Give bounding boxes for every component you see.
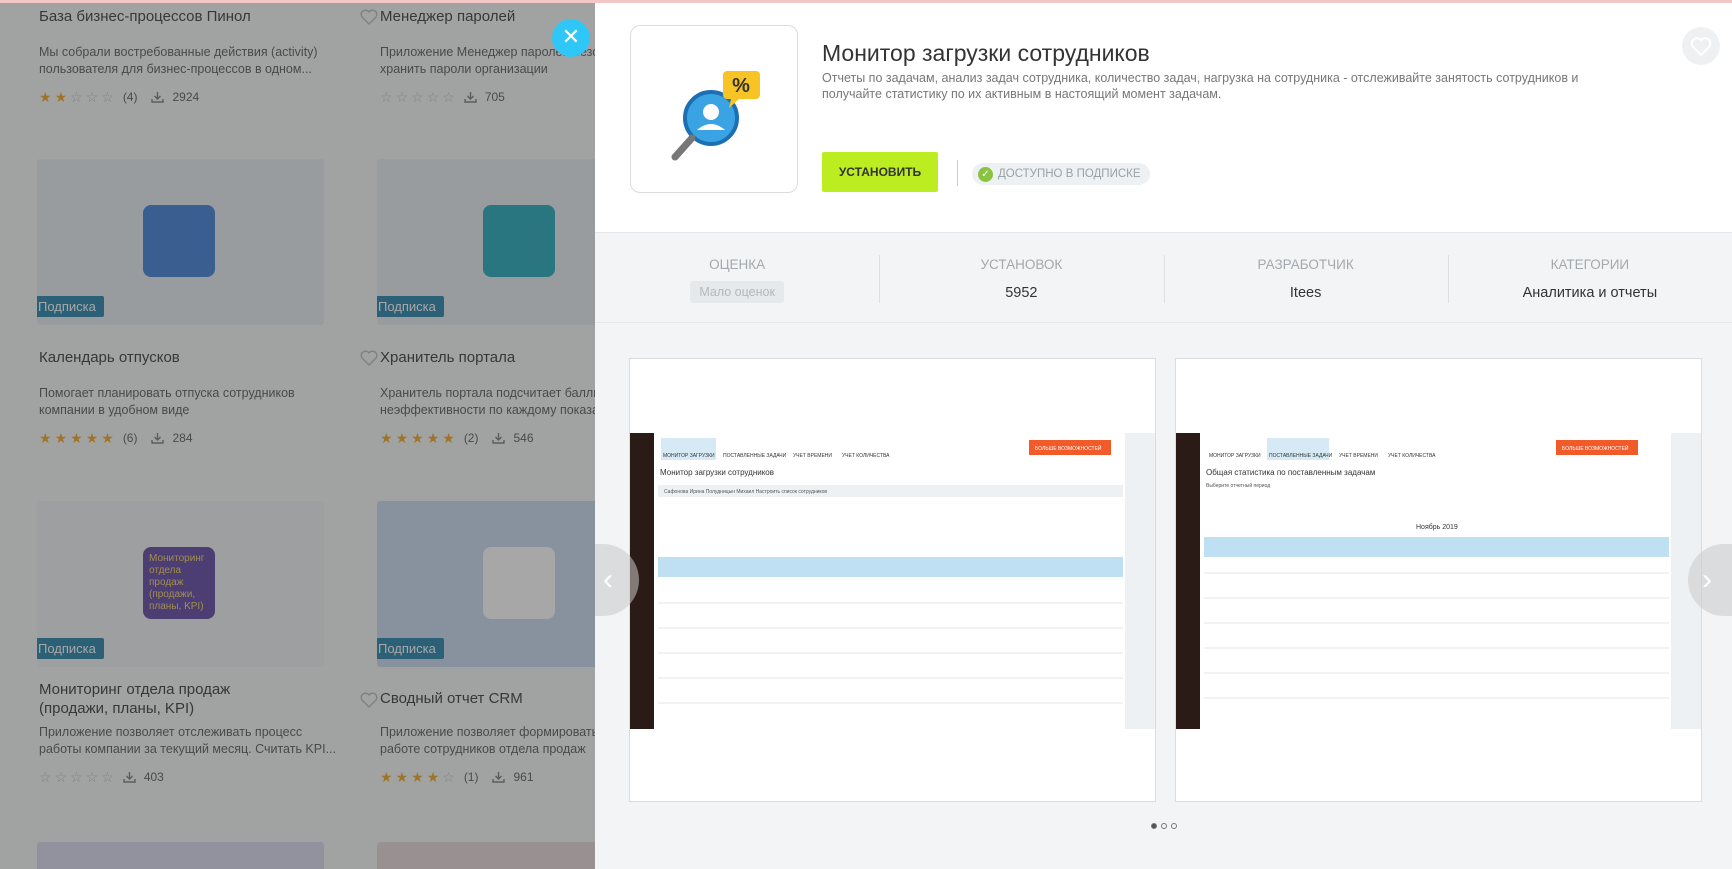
info-installs: УСТАНОВОК 5952 — [879, 233, 1163, 322]
magnifier-user-icon: % — [671, 71, 760, 161]
screenshot-1[interactable]: МОНИТОР ЗАГРУЗКИ ПОСТАВЛЕННЫЕ ЗАДАЧИ УЧЕ… — [629, 358, 1156, 802]
divider — [957, 160, 958, 186]
info-rating: ОЦЕНКА Мало оценок — [595, 233, 879, 322]
screenshot-image: МОНИТОР ЗАГРУЗКИ ПОСТАВЛЕННЫЕ ЗАДАЧИ УЧЕ… — [1176, 433, 1701, 729]
screenshot-image: МОНИТОР ЗАГРУЗКИ ПОСТАВЛЕННЫЕ ЗАДАЧИ УЧЕ… — [630, 433, 1155, 729]
info-developer: РАЗРАБОТЧИК Itees — [1163, 233, 1448, 322]
dim-overlay[interactable] — [0, 0, 600, 869]
carousel-dot[interactable] — [1151, 823, 1157, 829]
info-categories: КАТЕГОРИИ Аналитика и отчеты — [1447, 233, 1732, 322]
carousel-dot[interactable] — [1171, 823, 1177, 829]
svg-text:%: % — [732, 75, 750, 97]
shot-tab: УЧЕТ КОЛИЧЕСТВА — [842, 453, 890, 459]
shot-heading: Монитор загрузки сотрудников — [660, 468, 774, 477]
subscription-status: ✓ ДОСТУПНО В ПОДПИСКЕ — [972, 163, 1150, 185]
shot-tab: УЧЕТ КОЛИЧЕСТВА — [1388, 453, 1436, 459]
screenshot-2[interactable]: МОНИТОР ЗАГРУЗКИ ПОСТАВЛЕННЫЕ ЗАДАЧИ УЧЕ… — [1175, 358, 1702, 802]
rating-value: Мало оценок — [690, 281, 784, 303]
app-title: Монитор загрузки сотрудников — [822, 40, 1150, 66]
close-button[interactable]: ✕ — [552, 19, 590, 57]
shot-tab: УЧЕТ ВРЕМЕНИ — [1339, 453, 1378, 459]
favorite-button[interactable] — [1682, 27, 1720, 65]
shot-heading: Общая статистика по поставленным задачам — [1206, 468, 1375, 477]
app-icon: % — [630, 25, 798, 193]
top-accent-bar — [0, 0, 1732, 3]
shot-sub: Выберите отчетный период — [1206, 482, 1270, 489]
install-button[interactable]: УСТАНОВИТЬ — [822, 152, 938, 192]
shot-button: БОЛЬШЕ ВОЗМОЖНОСТЕЙ — [1562, 444, 1629, 452]
shot-sub: Сафонова Ирина Полудницын Михаил Настрои… — [664, 489, 827, 495]
app-detail-panel: % Монитор загрузки сотрудников Отчеты по… — [595, 3, 1732, 869]
shot-tab: УЧЕТ ВРЕМЕНИ — [793, 453, 832, 459]
shot-tab: МОНИТОР ЗАГРУЗКИ — [1209, 453, 1261, 459]
app-description: Отчеты по задачам, анализ задач сотрудни… — [822, 71, 1579, 101]
carousel-dots — [1151, 823, 1181, 829]
shot-button: БОЛЬШЕ ВОЗМОЖНОСТЕЙ — [1035, 444, 1102, 452]
app-info-bar: ОЦЕНКА Мало оценок УСТАНОВОК 5952 РАЗРАБОТ… — [595, 232, 1732, 323]
heart-icon — [1690, 37, 1712, 57]
shot-tab: ПОСТАВЛЕННЫЕ ЗАДАЧИ — [1269, 453, 1333, 459]
shot-month: Ноябрь 2019 — [1416, 523, 1458, 531]
shot-tab: ПОСТАВЛЕННЫЕ ЗАДАЧИ — [723, 453, 787, 459]
carousel-dot[interactable] — [1161, 823, 1167, 829]
shot-tab: МОНИТОР ЗАГРУЗКИ — [663, 453, 715, 459]
app-header: % Монитор загрузки сотрудников Отчеты по… — [595, 3, 1732, 232]
check-icon: ✓ — [978, 166, 993, 182]
